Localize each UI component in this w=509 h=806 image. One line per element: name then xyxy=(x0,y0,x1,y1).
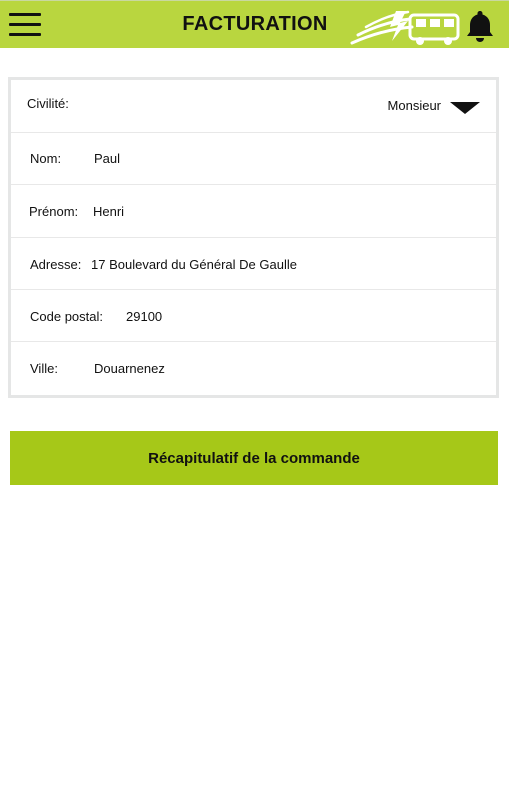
top-bar: FACTURATION xyxy=(0,0,509,48)
order-summary-button[interactable]: Récapitulatif de la commande xyxy=(10,431,498,485)
code-postal-row: Code postal: 29100 xyxy=(11,290,496,342)
billing-form: Civilité: Monsieur Nom: Paul Prénom: Hen… xyxy=(8,77,499,398)
bell-icon[interactable] xyxy=(465,9,495,43)
prenom-label: Prénom: xyxy=(29,204,79,219)
adresse-row: Adresse: 17 Boulevard du Général De Gaul… xyxy=(11,238,496,290)
civilite-row: Civilité: Monsieur xyxy=(11,80,496,133)
chevron-down-icon xyxy=(450,102,480,114)
hamburger-menu-icon[interactable] xyxy=(9,13,41,37)
page-title: FACTURATION xyxy=(182,13,328,35)
nom-label: Nom: xyxy=(30,151,62,166)
bus-logo-icon xyxy=(350,10,460,45)
prenom-row: Prénom: Henri xyxy=(11,185,496,238)
code-postal-label: Code postal: xyxy=(30,309,103,324)
ville-label: Ville: xyxy=(30,361,58,376)
nom-field[interactable]: Paul xyxy=(94,151,120,166)
nom-row: Nom: Paul xyxy=(11,133,496,185)
code-postal-field[interactable]: 29100 xyxy=(126,309,162,324)
civilite-value: Monsieur xyxy=(387,98,441,113)
adresse-field[interactable]: 17 Boulevard du Général De Gaulle xyxy=(91,257,297,272)
civilite-label: Civilité: xyxy=(27,96,69,111)
ville-row: Ville: Douarnenez xyxy=(11,342,496,395)
civilite-select[interactable]: Monsieur xyxy=(340,96,480,118)
adresse-label: Adresse: xyxy=(30,257,82,272)
prenom-field[interactable]: Henri xyxy=(93,204,124,219)
ville-field[interactable]: Douarnenez xyxy=(94,361,165,376)
